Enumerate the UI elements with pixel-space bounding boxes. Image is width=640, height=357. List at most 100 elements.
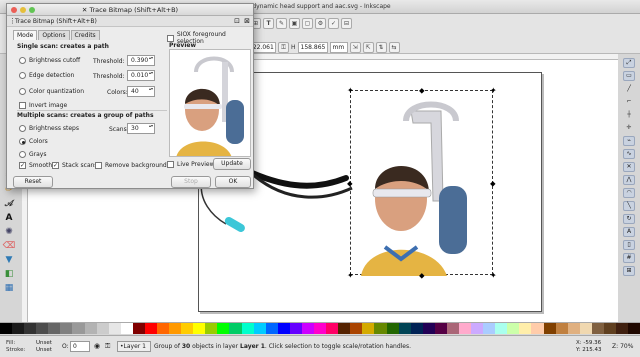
grays-option[interactable]: Grays	[19, 151, 46, 158]
group-icon[interactable]: ▣	[289, 17, 300, 29]
palette-swatch[interactable]	[519, 323, 532, 334]
dialog-titlebar[interactable]: ✕ Trace Bitmap (Shift+Alt+B)	[7, 4, 253, 16]
palette-swatch[interactable]	[157, 323, 170, 334]
snap-edge-icon[interactable]: ╱	[623, 84, 635, 94]
palette-swatch[interactable]	[48, 323, 61, 334]
handle-n[interactable]: ⬥	[419, 87, 425, 95]
colors-radio[interactable]	[19, 138, 26, 145]
threshold-input-2[interactable]: 0.010	[127, 70, 155, 81]
stack-scans-option[interactable]: ✓ Stack scans	[52, 162, 98, 169]
palette-swatch[interactable]	[531, 323, 544, 334]
palette-swatch[interactable]	[410, 323, 423, 334]
palette-swatch[interactable]	[398, 323, 411, 334]
scale-stroke-icon[interactable]: ⇲	[349, 41, 361, 53]
palette-swatch[interactable]	[24, 323, 37, 334]
colors-count-input[interactable]: 40	[127, 86, 155, 97]
palette-swatch[interactable]	[108, 323, 121, 334]
snap-node-icon[interactable]: ⌁	[623, 136, 635, 146]
palette-swatch[interactable]	[362, 323, 375, 334]
palette-swatch[interactable]	[265, 323, 278, 334]
stop-button[interactable]: Stop	[171, 176, 211, 188]
palette-swatch[interactable]	[0, 323, 13, 334]
stroke-indicator[interactable]: Unset	[36, 347, 52, 353]
handle-se[interactable]: ✦	[490, 272, 497, 280]
color-quantization-option[interactable]: Color quantization	[19, 88, 84, 95]
xml-editor-icon[interactable]: ✓	[328, 17, 339, 29]
dock-close-icon[interactable]: ⊠	[244, 17, 250, 25]
unit-select[interactable]: mm	[329, 41, 348, 53]
eraser-icon[interactable]: ⌫	[2, 240, 16, 252]
tab-mode[interactable]: Mode	[13, 30, 38, 40]
text-icon[interactable]: A	[2, 212, 16, 224]
snap-icon[interactable]: ⤢	[623, 58, 635, 68]
opacity-input[interactable]: 0	[70, 341, 90, 352]
handle-ne[interactable]: ✦	[490, 87, 497, 95]
selection-bounding-box[interactable]: ✦ ⬥ ✦ ⬥ ⬥ ✦ ⬥ ✦	[347, 87, 497, 280]
stack-scans-checkbox[interactable]: ✓	[52, 162, 59, 169]
handle-sw[interactable]: ✦	[347, 272, 354, 280]
snap-rotation-icon[interactable]: ↻	[623, 214, 635, 224]
remove-background-option[interactable]: Remove background	[95, 162, 167, 169]
bold-text-icon[interactable]: T	[263, 17, 274, 29]
edit-icon[interactable]: ✎	[276, 17, 287, 29]
handle-e[interactable]: ⬥	[490, 180, 496, 188]
transform-patterns-icon[interactable]: ⇆	[388, 41, 400, 53]
snap-path-icon[interactable]: ∿	[623, 149, 635, 159]
smooth-option[interactable]: ✓ Smooth	[19, 162, 52, 169]
snap-text-icon[interactable]: A	[623, 227, 635, 237]
live-preview-checkbox[interactable]	[167, 161, 174, 168]
handle-nw[interactable]: ✦	[347, 87, 354, 95]
palette-swatch[interactable]	[217, 323, 230, 334]
invert-image-option[interactable]: Invert image	[19, 102, 67, 109]
palette-swatch[interactable]	[144, 323, 158, 334]
lock-icon[interactable]: ⚿	[278, 41, 289, 53]
palette-swatch[interactable]	[495, 323, 508, 334]
palette-swatch[interactable]	[193, 323, 206, 334]
snap-guide-icon[interactable]: ⊞	[623, 266, 635, 276]
calligraphy-icon[interactable]: 𝒜	[2, 198, 16, 210]
palette-swatch[interactable]	[603, 323, 616, 334]
palette-swatch[interactable]	[422, 323, 435, 334]
palette-swatch[interactable]	[446, 323, 459, 334]
remove-background-checkbox[interactable]	[95, 162, 102, 169]
palette-swatch[interactable]	[483, 323, 496, 334]
scale-corners-icon[interactable]: ⇱	[362, 41, 374, 53]
palette-swatch[interactable]	[277, 323, 290, 334]
palette-swatch[interactable]	[458, 323, 472, 334]
lock-layer-icon[interactable]: ⚿	[105, 342, 110, 351]
document-properties-icon[interactable]: ⊟	[341, 17, 352, 29]
palette-swatch[interactable]	[120, 323, 133, 334]
palette-swatch[interactable]	[241, 323, 254, 334]
snap-smooth-icon[interactable]: ◠	[623, 188, 635, 198]
palette-swatch[interactable]	[326, 323, 339, 334]
palette-swatch[interactable]	[96, 323, 109, 334]
colors-option[interactable]: Colors	[19, 138, 48, 145]
tab-options[interactable]: Options	[38, 30, 70, 40]
grays-radio[interactable]	[19, 151, 26, 158]
handle-s[interactable]: ⬥	[419, 272, 425, 280]
invert-image-checkbox[interactable]	[19, 102, 26, 109]
dock-float-icon[interactable]: ⊡	[234, 17, 240, 25]
palette-swatch[interactable]	[301, 323, 315, 334]
transform-gradients-icon[interactable]: ⇅	[375, 41, 387, 53]
snap-center-icon[interactable]: ✛	[623, 123, 635, 133]
palette-swatch[interactable]	[543, 323, 556, 334]
snap-corner-icon[interactable]: ⌐	[623, 97, 635, 107]
brightness-steps-radio[interactable]	[19, 125, 26, 132]
live-preview-option[interactable]: Live Preview	[167, 161, 215, 168]
eye-icon[interactable]: ◉	[94, 342, 100, 350]
handle-w[interactable]: ⬥	[347, 180, 353, 188]
palette-swatch[interactable]	[579, 323, 592, 334]
gradient-icon[interactable]: ◧	[2, 268, 16, 280]
palette-swatch[interactable]	[386, 323, 399, 334]
palette-swatch[interactable]	[289, 323, 302, 334]
palette-swatch[interactable]	[555, 323, 568, 334]
snap-page-icon[interactable]: ▯	[623, 240, 635, 250]
snap-intersection-icon[interactable]: ✕	[623, 162, 635, 172]
palette-swatch[interactable]	[12, 323, 25, 334]
palette-swatch[interactable]	[628, 323, 640, 334]
color-quantization-radio[interactable]	[19, 88, 26, 95]
ungroup-icon[interactable]: ▢	[302, 17, 313, 29]
siox-checkbox[interactable]	[167, 34, 174, 42]
color-palette[interactable]	[0, 322, 640, 334]
